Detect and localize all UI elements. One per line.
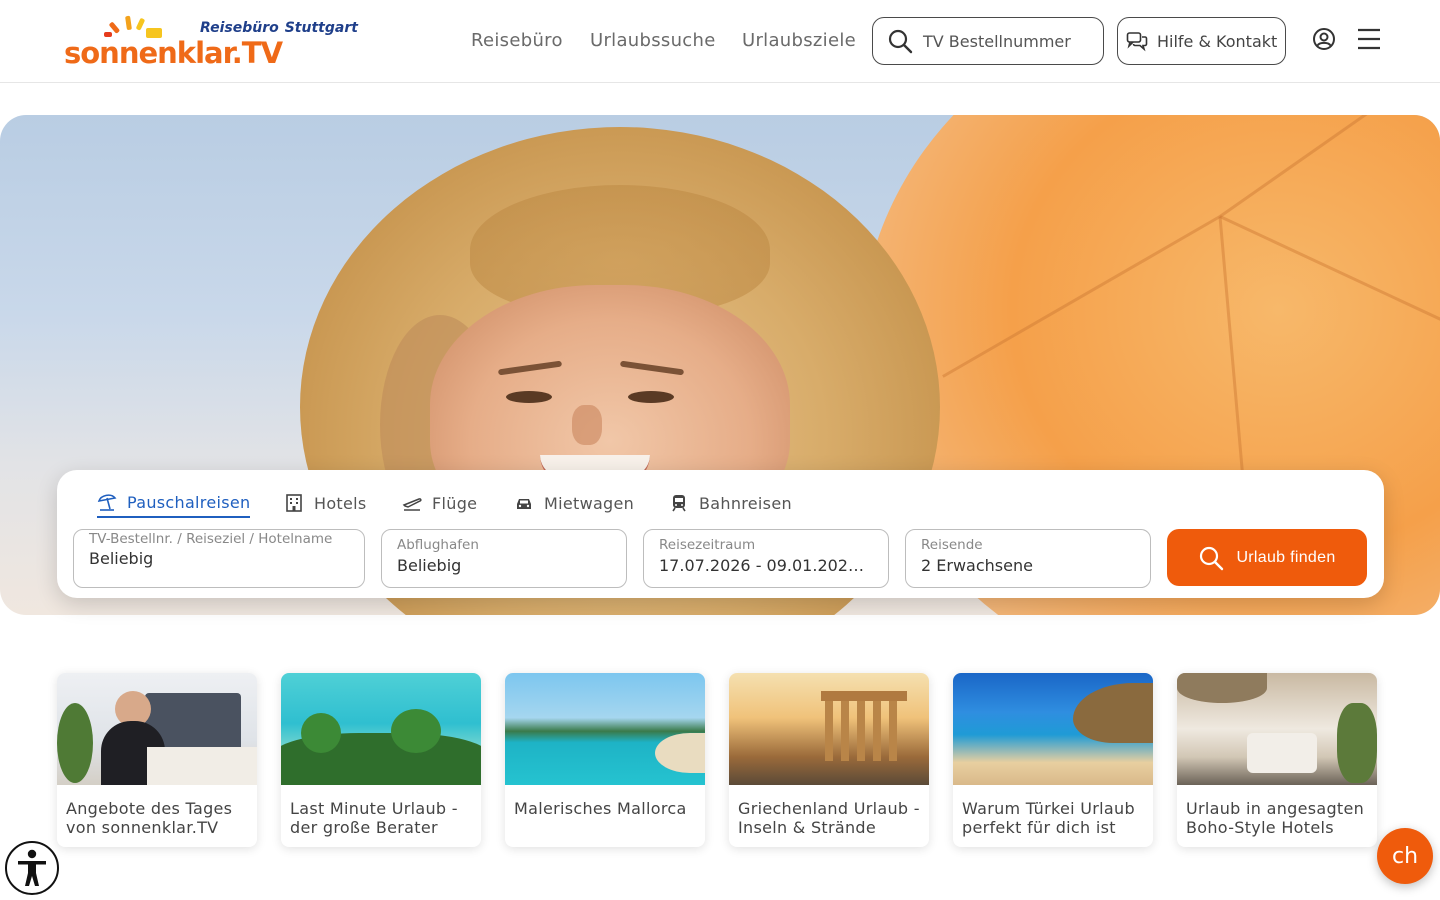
train-icon (672, 495, 686, 512)
nav-urlaubsziele[interactable]: Urlaubsziele (742, 30, 856, 51)
search-icon (888, 29, 913, 54)
site-header: sonnenklar.TV Reisebüro Stuttgart Reisebü… (0, 0, 1440, 83)
nav-reisebuero[interactable]: Reisebüro (471, 30, 563, 51)
card-image-mallorca-bay (505, 673, 705, 785)
plane-icon (402, 498, 422, 511)
logo-subtitle: Reisebüro Stuttgart (200, 20, 358, 36)
teaser-card-tuerkei[interactable]: Warum Türkei Urlaub perfekt für dich ist (953, 673, 1153, 847)
teaser-card-angebote[interactable]: Angebote des Tages von sonnenklar.TV (57, 673, 257, 847)
hero-nose (572, 405, 602, 445)
card-title: Angebote des Tages von sonnenklar.TV (66, 799, 233, 837)
hotel-icon (286, 494, 302, 512)
find-holiday-label: Urlaub finden (1236, 548, 1336, 566)
tab-label: Hotels (314, 493, 367, 513)
user-circle-icon[interactable] (1312, 27, 1336, 51)
help-contact-label: Hilfe & Kontakt (1157, 31, 1278, 51)
card-image-turkey-beach (953, 673, 1153, 785)
hero-eye (506, 391, 552, 403)
help-contact-button[interactable]: Hilfe & Kontakt (1117, 17, 1286, 65)
tab-hotels[interactable]: Hotels (284, 488, 367, 518)
destination-field[interactable]: TV-Bestellnr. / Reiseziel / Hotelname Be… (73, 529, 365, 588)
card-image-greek-temple (729, 673, 929, 785)
destination-value: Beliebig (89, 549, 154, 568)
teaser-card-griechenland[interactable]: Griechenland Urlaub - Inseln & Strände (729, 673, 929, 847)
destination-label: TV-Bestellnr. / Reiseziel / Hotelname (89, 531, 333, 547)
departure-airport-value: Beliebig (397, 556, 462, 575)
tv-order-number-search[interactable]: TV Bestellnummer (872, 17, 1104, 65)
card-title: Griechenland Urlaub - Inseln & Strände (738, 799, 920, 837)
accessibility-button[interactable] (5, 841, 59, 895)
departure-airport-label: Abflughafen (397, 537, 479, 553)
search-input-placeholder: TV Bestellnummer (923, 31, 1071, 51)
accessibility-icon (18, 849, 46, 886)
hero-eye (628, 391, 674, 403)
tab-fluege[interactable]: Flüge (402, 488, 477, 518)
tab-label: Flüge (432, 493, 478, 513)
card-title: Last Minute Urlaub - der große Berater (290, 799, 458, 837)
tab-bahnreisen[interactable]: Bahnreisen (669, 488, 792, 518)
tab-label: Pauschalreisen (127, 492, 251, 512)
find-holiday-button[interactable]: Urlaub finden (1167, 529, 1367, 586)
tab-label: Mietwagen (544, 493, 635, 513)
tab-pauschalreisen[interactable]: Pauschalreisen (97, 488, 251, 518)
search-icon (1200, 546, 1224, 570)
holiday-search-panel: Pauschalreisen Hotels Flüge Mietwagen Ba… (57, 470, 1384, 598)
travel-period-value: 17.07.2026 - 09.01.2027... (659, 556, 873, 575)
teaser-card-boho-hotels[interactable]: Urlaub in angesagten Boho-Style Hotels (1177, 673, 1377, 847)
card-title: Warum Türkei Urlaub perfekt für dich ist (962, 799, 1135, 837)
chat-button[interactable]: ch (1377, 828, 1433, 884)
tab-mietwagen[interactable]: Mietwagen (514, 488, 634, 518)
chat-bubbles-icon (1126, 32, 1148, 52)
tab-label: Bahnreisen (699, 493, 792, 513)
card-title: Urlaub in angesagten Boho-Style Hotels (1186, 799, 1365, 837)
card-image-tv-host (57, 673, 257, 785)
card-image-beach-palms (281, 673, 481, 785)
travellers-field[interactable]: Reisende 2 Erwachsene (905, 529, 1151, 588)
departure-airport-field[interactable]: Abflughafen Beliebig (381, 529, 627, 588)
travellers-value: 2 Erwachsene (921, 556, 1033, 575)
car-icon (517, 499, 531, 509)
teaser-card-last-minute[interactable]: Last Minute Urlaub - der große Berater (281, 673, 481, 847)
hamburger-menu-icon[interactable] (1357, 27, 1381, 51)
travellers-label: Reisende (921, 537, 983, 553)
card-title: Malerisches Mallorca (514, 799, 687, 818)
teaser-card-mallorca[interactable]: Malerisches Mallorca (505, 673, 705, 847)
travel-period-label: Reisezeitraum (659, 537, 756, 553)
card-image-boho-hotel (1177, 673, 1377, 785)
nav-urlaubssuche[interactable]: Urlaubssuche (590, 30, 716, 51)
sonnenklar-logo[interactable]: sonnenklar.TV Reisebüro Stuttgart (62, 14, 362, 70)
travel-period-field[interactable]: Reisezeitraum 17.07.2026 - 09.01.2027... (643, 529, 889, 588)
logo-wordmark: sonnenklar.TV (64, 36, 283, 70)
beach-umbrella-icon (97, 494, 117, 511)
